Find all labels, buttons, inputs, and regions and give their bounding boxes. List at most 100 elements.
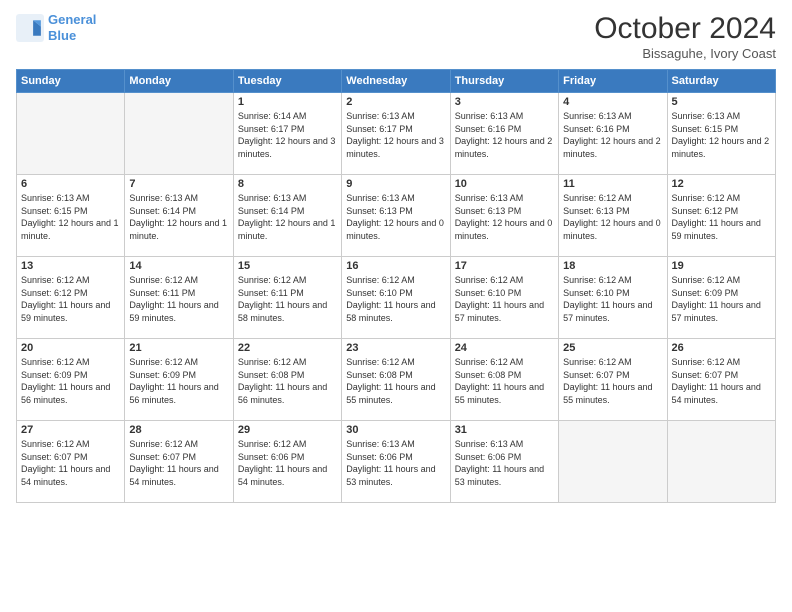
weekday-header: Thursday — [450, 70, 558, 93]
day-number: 8 — [238, 178, 337, 190]
calendar-cell — [667, 421, 775, 503]
header: General Blue October 2024 Bissaguhe, Ivo… — [16, 12, 776, 61]
calendar-cell: 13Sunrise: 6:12 AM Sunset: 6:12 PM Dayli… — [17, 257, 125, 339]
calendar-cell: 23 Sunrise: 6:12 AM Sunset: 6:08 PM Dayli… — [342, 339, 450, 421]
day-info: Sunrise: 6:12 AM Sunset: 6:12 PM Dayligh… — [672, 192, 771, 242]
weekday-header: Friday — [559, 70, 667, 93]
title-block: October 2024 Bissaguhe, Ivory Coast — [594, 12, 776, 61]
day-number: 10 — [455, 178, 554, 190]
day-number: 28 — [129, 424, 228, 436]
day-info: Sunrise: 6:12 AM Sunset: 6:07 PM Dayligh… — [563, 356, 662, 406]
day-number: 19 — [672, 260, 771, 272]
day-info: Sunrise: 6:13 AM Sunset: 6:14 PM Dayligh… — [238, 192, 337, 242]
logo-text: General Blue — [48, 12, 96, 43]
calendar-cell: 28 Sunrise: 6:12 AM Sunset: 6:07 PM Dayli… — [125, 421, 233, 503]
day-info: Sunrise: 6:12 AM Sunset: 6:07 PM Dayligh… — [672, 356, 771, 406]
day-info: Sunrise: 6:13 AM Sunset: 6:13 PM Dayligh… — [346, 192, 445, 242]
calendar-cell: 18Sunrise: 6:12 AM Sunset: 6:10 PM Dayli… — [559, 257, 667, 339]
day-number: 7 — [129, 178, 228, 190]
day-info: Sunrise: 6:12 AM Sunset: 6:11 PM Dayligh… — [238, 274, 337, 324]
day-number: 5 — [672, 96, 771, 108]
day-info: Sunrise: 6:12 AM Sunset: 6:08 PM Dayligh… — [346, 356, 445, 406]
day-number: 30 — [346, 424, 445, 436]
calendar-cell: 14Sunrise: 6:12 AM Sunset: 6:11 PM Dayli… — [125, 257, 233, 339]
day-info: Sunrise: 6:12 AM Sunset: 6:10 PM Dayligh… — [346, 274, 445, 324]
day-number: 13 — [21, 260, 120, 272]
day-number: 14 — [129, 260, 228, 272]
calendar-cell: 2 Sunrise: 6:13 AM Sunset: 6:17 PM Daylig… — [342, 93, 450, 175]
calendar-cell — [125, 93, 233, 175]
logo-line1: General — [48, 12, 96, 27]
day-number: 29 — [238, 424, 337, 436]
calendar-cell: 29 Sunrise: 6:12 AM Sunset: 6:06 PM Dayli… — [233, 421, 341, 503]
calendar-cell: 7 Sunrise: 6:13 AM Sunset: 6:14 PM Daylig… — [125, 175, 233, 257]
day-info: Sunrise: 6:14 AM Sunset: 6:17 PM Dayligh… — [238, 110, 337, 160]
day-info: Sunrise: 6:12 AM Sunset: 6:08 PM Dayligh… — [238, 356, 337, 406]
day-number: 4 — [563, 96, 662, 108]
weekday-row: SundayMondayTuesdayWednesdayThursdayFrid… — [17, 70, 776, 93]
calendar-cell: 6Sunrise: 6:13 AM Sunset: 6:15 PM Daylig… — [17, 175, 125, 257]
calendar-week-row: 27Sunrise: 6:12 AM Sunset: 6:07 PM Dayli… — [17, 421, 776, 503]
calendar-cell: 10 Sunrise: 6:13 AM Sunset: 6:13 PM Dayli… — [450, 175, 558, 257]
calendar-cell: 24 Sunrise: 6:12 AM Sunset: 6:08 PM Dayli… — [450, 339, 558, 421]
calendar-cell: 16 Sunrise: 6:12 AM Sunset: 6:10 PM Dayli… — [342, 257, 450, 339]
day-info: Sunrise: 6:12 AM Sunset: 6:08 PM Dayligh… — [455, 356, 554, 406]
day-info: Sunrise: 6:13 AM Sunset: 6:15 PM Dayligh… — [21, 192, 120, 242]
calendar-cell: 11Sunrise: 6:12 AM Sunset: 6:13 PM Dayli… — [559, 175, 667, 257]
weekday-header: Wednesday — [342, 70, 450, 93]
page: General Blue October 2024 Bissaguhe, Ivo… — [0, 0, 792, 612]
logo-line2: Blue — [48, 28, 76, 43]
weekday-header: Saturday — [667, 70, 775, 93]
calendar-cell: 1Sunrise: 6:14 AM Sunset: 6:17 PM Daylig… — [233, 93, 341, 175]
day-number: 25 — [563, 342, 662, 354]
subtitle: Bissaguhe, Ivory Coast — [594, 46, 776, 61]
logo-icon — [16, 14, 44, 42]
day-info: Sunrise: 6:12 AM Sunset: 6:06 PM Dayligh… — [238, 438, 337, 488]
day-number: 16 — [346, 260, 445, 272]
day-info: Sunrise: 6:13 AM Sunset: 6:06 PM Dayligh… — [346, 438, 445, 488]
calendar-cell: 5 Sunrise: 6:13 AM Sunset: 6:15 PM Daylig… — [667, 93, 775, 175]
day-info: Sunrise: 6:13 AM Sunset: 6:14 PM Dayligh… — [129, 192, 228, 242]
day-info: Sunrise: 6:12 AM Sunset: 6:07 PM Dayligh… — [21, 438, 120, 488]
day-info: Sunrise: 6:12 AM Sunset: 6:09 PM Dayligh… — [672, 274, 771, 324]
day-number: 17 — [455, 260, 554, 272]
calendar-cell: 20Sunrise: 6:12 AM Sunset: 6:09 PM Dayli… — [17, 339, 125, 421]
day-info: Sunrise: 6:13 AM Sunset: 6:06 PM Dayligh… — [455, 438, 554, 488]
month-title: October 2024 — [594, 12, 776, 46]
day-info: Sunrise: 6:12 AM Sunset: 6:10 PM Dayligh… — [455, 274, 554, 324]
calendar-cell: 15 Sunrise: 6:12 AM Sunset: 6:11 PM Dayli… — [233, 257, 341, 339]
calendar-header: SundayMondayTuesdayWednesdayThursdayFrid… — [17, 70, 776, 93]
day-number: 2 — [346, 96, 445, 108]
calendar-cell: 22 Sunrise: 6:12 AM Sunset: 6:08 PM Dayli… — [233, 339, 341, 421]
day-number: 9 — [346, 178, 445, 190]
calendar: SundayMondayTuesdayWednesdayThursdayFrid… — [16, 69, 776, 503]
day-number: 24 — [455, 342, 554, 354]
calendar-cell — [17, 93, 125, 175]
weekday-header: Sunday — [17, 70, 125, 93]
day-info: Sunrise: 6:13 AM Sunset: 6:15 PM Dayligh… — [672, 110, 771, 160]
day-info: Sunrise: 6:12 AM Sunset: 6:09 PM Dayligh… — [129, 356, 228, 406]
calendar-cell: 26 Sunrise: 6:12 AM Sunset: 6:07 PM Dayli… — [667, 339, 775, 421]
day-info: Sunrise: 6:13 AM Sunset: 6:17 PM Dayligh… — [346, 110, 445, 160]
day-info: Sunrise: 6:13 AM Sunset: 6:13 PM Dayligh… — [455, 192, 554, 242]
day-info: Sunrise: 6:13 AM Sunset: 6:16 PM Dayligh… — [455, 110, 554, 160]
calendar-cell: 31 Sunrise: 6:13 AM Sunset: 6:06 PM Dayli… — [450, 421, 558, 503]
calendar-cell: 19 Sunrise: 6:12 AM Sunset: 6:09 PM Dayli… — [667, 257, 775, 339]
day-number: 31 — [455, 424, 554, 436]
calendar-cell: 8 Sunrise: 6:13 AM Sunset: 6:14 PM Daylig… — [233, 175, 341, 257]
day-number: 15 — [238, 260, 337, 272]
day-number: 20 — [21, 342, 120, 354]
day-info: Sunrise: 6:12 AM Sunset: 6:07 PM Dayligh… — [129, 438, 228, 488]
calendar-cell — [559, 421, 667, 503]
day-number: 26 — [672, 342, 771, 354]
calendar-cell: 30 Sunrise: 6:13 AM Sunset: 6:06 PM Dayli… — [342, 421, 450, 503]
calendar-cell: 12Sunrise: 6:12 AM Sunset: 6:12 PM Dayli… — [667, 175, 775, 257]
day-info: Sunrise: 6:12 AM Sunset: 6:10 PM Dayligh… — [563, 274, 662, 324]
weekday-header: Tuesday — [233, 70, 341, 93]
day-number: 23 — [346, 342, 445, 354]
calendar-cell: 3Sunrise: 6:13 AM Sunset: 6:16 PM Daylig… — [450, 93, 558, 175]
calendar-cell: 21 Sunrise: 6:12 AM Sunset: 6:09 PM Dayli… — [125, 339, 233, 421]
day-number: 22 — [238, 342, 337, 354]
day-number: 21 — [129, 342, 228, 354]
logo: General Blue — [16, 12, 96, 43]
